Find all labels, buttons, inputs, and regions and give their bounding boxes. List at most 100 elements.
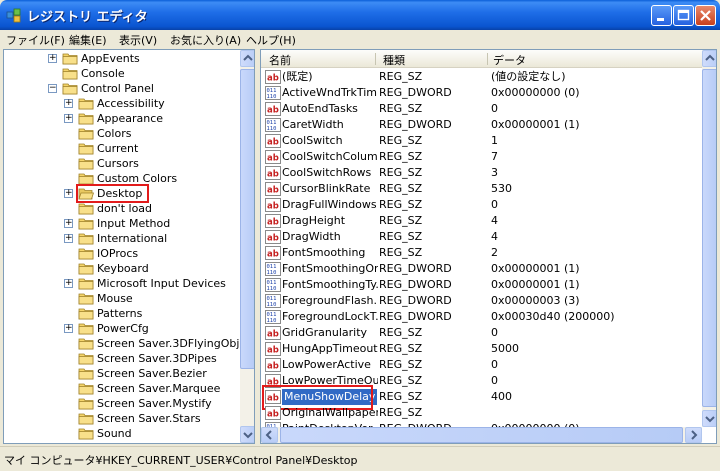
registry-editor-icon xyxy=(6,8,21,23)
minimize-icon xyxy=(657,18,664,21)
folder-icon xyxy=(62,53,78,65)
collapse-icon[interactable]: − xyxy=(48,84,57,93)
value-row[interactable]: 011 110 FontSmoothingOr... REG_DWORD 0x00000… xyxy=(261,261,702,277)
tree-item[interactable]: − Control Panel xyxy=(4,81,240,96)
tree-item[interactable]: Screen Saver.Bezier xyxy=(4,366,240,381)
value-data: 530 xyxy=(491,182,512,195)
tree-item[interactable]: + International xyxy=(4,231,240,246)
column-divider[interactable] xyxy=(487,53,488,65)
expand-icon[interactable]: + xyxy=(64,189,73,198)
value-row[interactable]: ab (既定) REG_SZ (値の設定なし) xyxy=(261,69,702,85)
value-row[interactable]: ab AutoEndTasks REG_SZ 0 xyxy=(261,101,702,117)
tree-item[interactable]: Screen Saver.3DFlyingObj xyxy=(4,336,240,351)
column-divider[interactable] xyxy=(375,53,376,65)
value-row[interactable]: 011 110 FontSmoothingTy... REG_DWORD 0x00000… xyxy=(261,277,702,293)
value-row[interactable]: ab CoolSwitchRows REG_SZ 3 xyxy=(261,165,702,181)
value-row[interactable]: ab GridGranularity REG_SZ 0 xyxy=(261,325,702,341)
value-row[interactable]: ab CursorBlinkRate REG_SZ 530 xyxy=(261,181,702,197)
value-row[interactable]: ab CoolSwitchColum... REG_SZ 7 xyxy=(261,149,702,165)
svg-text:ab: ab xyxy=(267,186,279,196)
tree-item[interactable]: IOProcs xyxy=(4,246,240,261)
value-row[interactable]: 011 110 ForegroundFlash... REG_DWORD 0x00000… xyxy=(261,293,702,309)
tree-item[interactable]: Screen Saver.Stars xyxy=(4,411,240,426)
tree-item[interactable]: Current xyxy=(4,141,240,156)
value-row[interactable]: ab DragWidth REG_SZ 4 xyxy=(261,229,702,245)
value-row[interactable]: 011 110 ActiveWndTrkTim... REG_DWORD 0x00000… xyxy=(261,85,702,101)
tree-item[interactable]: Mouse xyxy=(4,291,240,306)
tree-item-label: Screen Saver.3DFlyingObj xyxy=(97,337,240,350)
tree-item[interactable]: + Accessibility xyxy=(4,96,240,111)
value-data: 3 xyxy=(491,166,498,179)
tree-item[interactable]: Colors xyxy=(4,126,240,141)
value-name: CoolSwitchColum... xyxy=(282,150,378,163)
scroll-right-button[interactable] xyxy=(685,427,702,443)
tree-item-label: Accessibility xyxy=(97,97,165,110)
scroll-down-button[interactable] xyxy=(240,426,254,443)
folder-icon xyxy=(78,143,94,155)
scroll-up-button[interactable] xyxy=(702,50,716,67)
menu-edit[interactable]: 編集(E) xyxy=(69,32,107,48)
expand-icon[interactable]: + xyxy=(64,234,73,243)
scroll-left-button[interactable] xyxy=(261,427,278,443)
value-row[interactable]: ab LowPowerActive REG_SZ 0 xyxy=(261,357,702,373)
expand-icon[interactable]: + xyxy=(64,324,73,333)
title-bar[interactable]: レジストリ エディタ xyxy=(0,0,720,30)
tree-item-label: Sound xyxy=(97,427,132,440)
tree-vertical-scrollbar[interactable] xyxy=(240,50,254,443)
maximize-button[interactable] xyxy=(673,5,694,26)
tree-item[interactable]: + PowerCfg xyxy=(4,321,240,336)
value-row[interactable]: ab OriginalWallpaper REG_SZ xyxy=(261,405,702,421)
key-tree-pane[interactable]: + AppEvents Console − Control Panel + Accessib… xyxy=(3,49,255,444)
value-row[interactable]: ab DragHeight REG_SZ 4 xyxy=(261,213,702,229)
expand-icon[interactable]: + xyxy=(64,114,73,123)
tree-item[interactable]: don't load xyxy=(4,201,240,216)
value-name: DragFullWindows xyxy=(282,198,377,211)
value-row[interactable]: 011 110 CaretWidth REG_DWORD 0x00000001 (1) xyxy=(261,117,702,133)
scroll-down-button[interactable] xyxy=(702,410,716,427)
tree-item[interactable]: Console xyxy=(4,66,240,81)
expand-icon[interactable]: + xyxy=(64,279,73,288)
menu-file[interactable]: ファイル(F) xyxy=(6,32,65,48)
string-value-icon: ab xyxy=(265,166,281,180)
tree-item[interactable]: Screen Saver.Marquee xyxy=(4,381,240,396)
value-row[interactable]: ab FontSmoothing REG_SZ 2 xyxy=(261,245,702,261)
tree-item[interactable]: Patterns xyxy=(4,306,240,321)
folder-icon xyxy=(78,278,94,290)
list-hscroll-thumb[interactable] xyxy=(280,427,683,443)
list-horizontal-scrollbar[interactable] xyxy=(261,427,702,443)
tree-item[interactable]: Screen Saver.3DPipes xyxy=(4,351,240,366)
value-list-pane[interactable]: 名前 種類 データ ab (既定) REG_SZ (値の設定なし) 011 110 Acti… xyxy=(260,49,717,444)
list-vertical-scrollbar[interactable] xyxy=(702,50,716,427)
tree-item[interactable]: Screen Saver.Mystify xyxy=(4,396,240,411)
list-scroll-thumb[interactable] xyxy=(702,69,716,407)
column-header-name[interactable]: 名前 xyxy=(269,52,291,68)
minimize-button[interactable] xyxy=(651,5,672,26)
tree-item[interactable]: + Microsoft Input Devices xyxy=(4,276,240,291)
tree-item[interactable]: Sound xyxy=(4,426,240,441)
tree-item[interactable]: + Input Method xyxy=(4,216,240,231)
tree-item[interactable]: Cursors xyxy=(4,156,240,171)
menu-view[interactable]: 表示(V) xyxy=(119,32,157,48)
column-header-type[interactable]: 種類 xyxy=(383,52,405,68)
tree-scroll-thumb[interactable] xyxy=(240,69,254,369)
value-row[interactable]: ab DragFullWindows REG_SZ 0 xyxy=(261,197,702,213)
tree-item-label: Screen Saver.Bezier xyxy=(97,367,207,380)
scroll-up-button[interactable] xyxy=(240,50,254,67)
value-row[interactable]: ab CoolSwitch REG_SZ 1 xyxy=(261,133,702,149)
tree-item-label: Appearance xyxy=(97,112,164,125)
menu-help[interactable]: ヘルプ(H) xyxy=(246,32,296,48)
close-button[interactable] xyxy=(695,5,716,26)
value-row[interactable]: ab HungAppTimeout REG_SZ 5000 xyxy=(261,341,702,357)
value-data: 0 xyxy=(491,326,498,339)
expand-icon[interactable]: + xyxy=(64,219,73,228)
column-header-data[interactable]: データ xyxy=(493,52,526,68)
menu-favorites[interactable]: お気に入り(A) xyxy=(170,32,241,48)
tree-item[interactable]: + Appearance xyxy=(4,111,240,126)
expand-icon[interactable]: + xyxy=(48,54,57,63)
tree-item[interactable]: Keyboard xyxy=(4,261,240,276)
svg-text:ab: ab xyxy=(267,330,279,340)
expand-icon[interactable]: + xyxy=(64,99,73,108)
value-name: CursorBlinkRate xyxy=(282,182,371,195)
tree-item[interactable]: + AppEvents xyxy=(4,51,240,66)
value-row[interactable]: 011 110 ForegroundLockT... REG_DWORD 0x00030… xyxy=(261,309,702,325)
